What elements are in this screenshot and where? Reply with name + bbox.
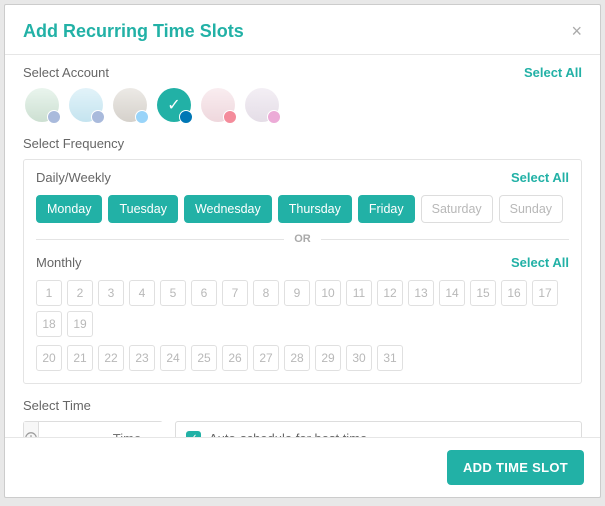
account-avatar-4-selected[interactable]: ✓ (157, 88, 191, 122)
daily-weekly-label: Daily/Weekly (36, 170, 111, 185)
account-avatar-3[interactable] (113, 88, 147, 122)
facebook-icon (91, 110, 105, 124)
dates-row-1: 12345678910111213141516171819 (36, 280, 569, 337)
monthly-label: Monthly (36, 255, 82, 270)
account-list: ✓ (23, 88, 582, 122)
time-input-group (23, 421, 163, 437)
or-divider: OR (36, 233, 569, 245)
pinterest-icon (223, 110, 237, 124)
daily-weekly-header: Daily/Weekly Select All (36, 170, 569, 185)
day-tuesday[interactable]: Tuesday (108, 195, 177, 223)
twitter-icon (135, 110, 149, 124)
date-9[interactable]: 9 (284, 280, 310, 306)
date-7[interactable]: 7 (222, 280, 248, 306)
facebook-icon (47, 110, 61, 124)
date-14[interactable]: 14 (439, 280, 465, 306)
date-24[interactable]: 24 (160, 345, 186, 371)
date-25[interactable]: 25 (191, 345, 217, 371)
date-20[interactable]: 20 (36, 345, 62, 371)
day-wednesday[interactable]: Wednesday (184, 195, 272, 223)
time-controls: ✓ Auto-schedule for best time (23, 421, 582, 437)
date-2[interactable]: 2 (67, 280, 93, 306)
select-all-dates-link[interactable]: Select All (511, 255, 569, 270)
date-30[interactable]: 30 (346, 345, 372, 371)
date-16[interactable]: 16 (501, 280, 527, 306)
date-26[interactable]: 26 (222, 345, 248, 371)
date-27[interactable]: 27 (253, 345, 279, 371)
date-10[interactable]: 10 (315, 280, 341, 306)
frequency-panel: Daily/Weekly Select All Monday Tuesday W… (23, 159, 582, 384)
select-all-accounts-link[interactable]: Select All (524, 65, 582, 80)
date-8[interactable]: 8 (253, 280, 279, 306)
dates-row-2: 202122232425262728293031 (36, 345, 569, 371)
select-time-row: Select Time (23, 398, 582, 413)
select-all-days-link[interactable]: Select All (511, 170, 569, 185)
date-21[interactable]: 21 (67, 345, 93, 371)
date-31[interactable]: 31 (377, 345, 403, 371)
account-avatar-2[interactable] (69, 88, 103, 122)
select-account-label: Select Account (23, 65, 109, 80)
date-1[interactable]: 1 (36, 280, 62, 306)
day-saturday[interactable]: Saturday (421, 195, 493, 223)
modal-footer: ADD TIME SLOT (5, 437, 600, 497)
weekday-row: Monday Tuesday Wednesday Thursday Friday… (36, 195, 569, 223)
select-frequency-row: Select Frequency (23, 136, 582, 151)
account-avatar-6[interactable] (245, 88, 279, 122)
day-sunday[interactable]: Sunday (499, 195, 563, 223)
select-time-label: Select Time (23, 398, 91, 413)
date-11[interactable]: 11 (346, 280, 372, 306)
date-4[interactable]: 4 (129, 280, 155, 306)
instagram-icon (267, 110, 281, 124)
monthly-header: Monthly Select All (36, 255, 569, 270)
clock-icon (24, 422, 39, 437)
date-28[interactable]: 28 (284, 345, 310, 371)
checkmark-icon: ✓ (167, 95, 180, 115)
close-button[interactable]: × (571, 21, 582, 42)
day-thursday[interactable]: Thursday (278, 195, 352, 223)
add-time-slot-button[interactable]: ADD TIME SLOT (447, 450, 584, 485)
modal-title: Add Recurring Time Slots (23, 21, 244, 42)
date-17[interactable]: 17 (532, 280, 558, 306)
date-3[interactable]: 3 (98, 280, 124, 306)
date-19[interactable]: 19 (67, 311, 93, 337)
date-5[interactable]: 5 (160, 280, 186, 306)
or-text: OR (284, 233, 321, 245)
auto-schedule-box[interactable]: ✓ Auto-schedule for best time (175, 421, 582, 437)
date-23[interactable]: 23 (129, 345, 155, 371)
date-15[interactable]: 15 (470, 280, 496, 306)
date-6[interactable]: 6 (191, 280, 217, 306)
date-22[interactable]: 22 (98, 345, 124, 371)
account-avatar-1[interactable] (25, 88, 59, 122)
select-frequency-label: Select Frequency (23, 136, 124, 151)
date-18[interactable]: 18 (36, 311, 62, 337)
linkedin-icon (179, 110, 193, 124)
modal-body: Select Account Select All ✓ (5, 55, 600, 437)
day-friday[interactable]: Friday (358, 195, 415, 223)
select-account-row: Select Account Select All (23, 65, 582, 80)
date-12[interactable]: 12 (377, 280, 403, 306)
date-29[interactable]: 29 (315, 345, 341, 371)
modal-header: Add Recurring Time Slots × (5, 5, 600, 55)
day-monday[interactable]: Monday (36, 195, 102, 223)
date-13[interactable]: 13 (408, 280, 434, 306)
account-avatar-5[interactable] (201, 88, 235, 122)
add-recurring-time-slots-modal: Add Recurring Time Slots × Select Accoun… (4, 4, 601, 498)
